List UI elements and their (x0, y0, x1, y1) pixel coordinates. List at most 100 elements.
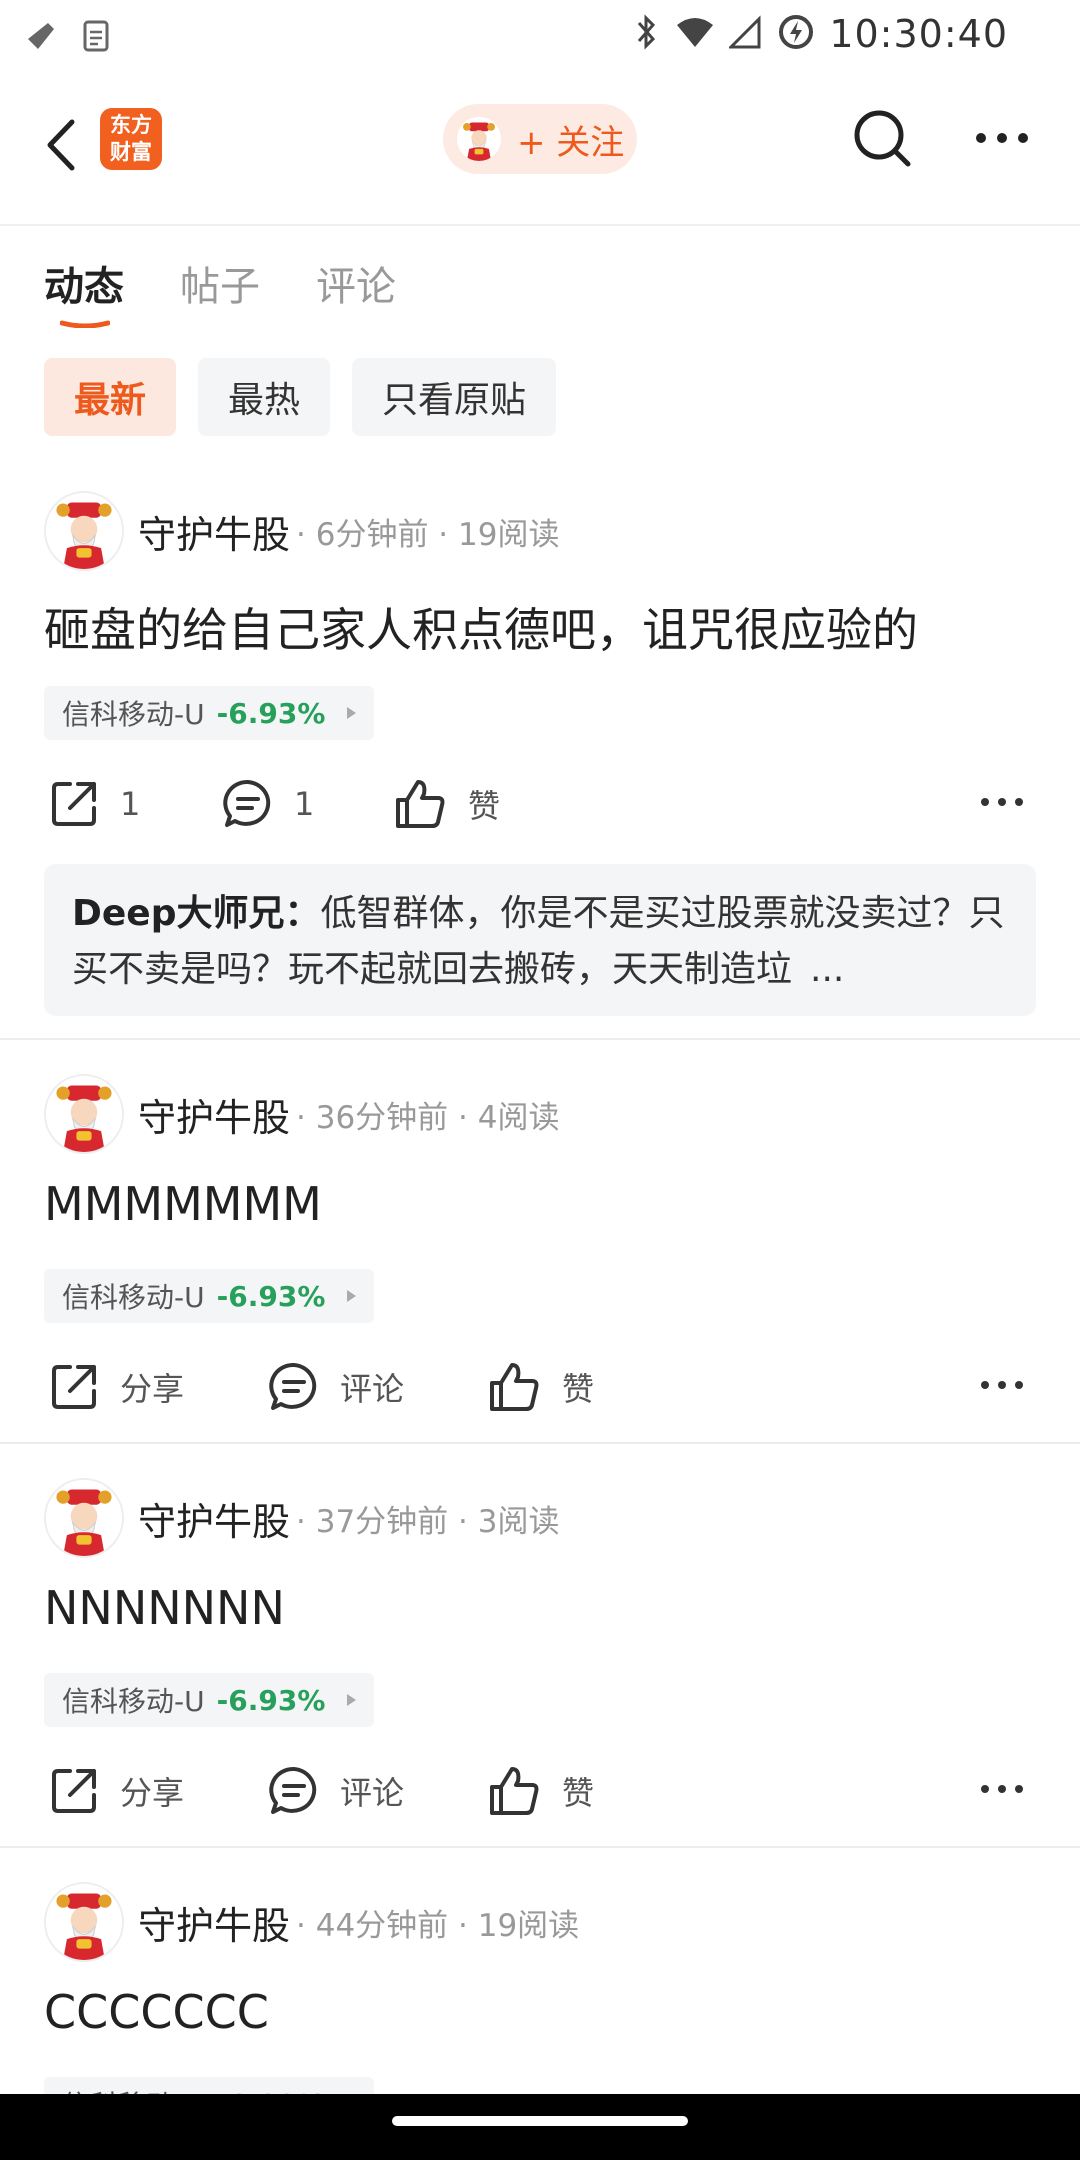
app-notification-icon (24, 19, 58, 57)
follow-button[interactable]: + 关注 (443, 104, 637, 174)
back-button[interactable] (38, 112, 86, 178)
like-label: 赞 (468, 787, 501, 825)
caishen-avatar-icon (457, 117, 501, 161)
comment-icon (269, 1766, 317, 1814)
stock-tag[interactable]: 信科移动-U -6.93% (44, 1673, 375, 1727)
tab-activity[interactable]: 动态 (44, 254, 124, 328)
author-avatar[interactable] (44, 1074, 124, 1154)
filter-chips: 最新 最热 只看原贴 (44, 358, 557, 436)
thumbs-up-icon (490, 1363, 539, 1411)
triangle-right-icon (347, 1290, 357, 1302)
like-button[interactable]: 赞 (488, 1761, 594, 1821)
author-name[interactable]: 守护牛股 (138, 1087, 290, 1142)
stock-name: 信科移动-U (62, 1281, 205, 1314)
like-button[interactable]: 赞 (394, 774, 500, 834)
post-meta: · 6分钟前 · 19阅读 (296, 516, 560, 553)
share-button[interactable]: 分享 (48, 1761, 184, 1821)
tab-activity-label: 动态 (44, 264, 124, 310)
share-icon (52, 782, 96, 826)
comment-count: 1 (294, 785, 315, 823)
post-content[interactable]: 砸盘的给自己家人积点德吧，诅咒很应验的 (44, 594, 918, 660)
tab-bar: 动态 帖子 评论 (44, 254, 452, 328)
share-label: 分享 (120, 1774, 185, 1812)
search-icon (854, 110, 911, 167)
post-actions: 分享 评论 赞 (48, 1761, 1038, 1821)
home-gesture-handle[interactable] (392, 2116, 688, 2126)
tab-comments[interactable]: 评论 (316, 254, 396, 312)
status-bar: 10:30:40 (0, 0, 1080, 76)
thumbs-up-icon (490, 1767, 539, 1815)
author-name[interactable]: 守护牛股 (138, 1895, 290, 1950)
post-content[interactable]: CCCCCCC (44, 1985, 269, 2039)
caishen-avatar-icon (56, 1085, 112, 1152)
like-label: 赞 (562, 1370, 595, 1408)
stock-tag[interactable]: 信科移动-U -6.93% (44, 1269, 375, 1323)
author-avatar[interactable] (44, 491, 124, 571)
filter-original-only[interactable]: 只看原贴 (352, 358, 557, 436)
post-content[interactable]: MMMMMMM (44, 1177, 322, 1231)
stock-change: -6.93% (216, 696, 326, 730)
share-icon (52, 1365, 96, 1409)
author-name[interactable]: 守护牛股 (138, 504, 290, 559)
filter-hottest[interactable]: 最热 (198, 358, 331, 436)
comment-label: 评论 (340, 1774, 405, 1812)
top-comment-preview[interactable]: Deep大师兄：低智群体，你是不是买过股票就没卖过？只买不卖是吗？玩不起就回去搬… (44, 864, 1036, 1016)
author-avatar[interactable] (44, 1478, 124, 1558)
more-dots-icon (981, 798, 1023, 806)
wifi-icon (675, 15, 715, 53)
tab-posts-label: 帖子 (180, 264, 260, 310)
comment-button[interactable]: 1 (222, 774, 314, 834)
caishen-avatar-icon (56, 1489, 112, 1556)
logo-text-bottom: 财富 (110, 140, 152, 164)
post-divider (0, 1442, 1080, 1444)
signal-icon (727, 15, 763, 53)
post-content[interactable]: NNNNNNN (44, 1581, 285, 1635)
comment-label: 评论 (340, 1370, 405, 1408)
comment-icon (223, 779, 271, 827)
post-more-button[interactable] (980, 1781, 1024, 1797)
author-name[interactable]: 守护牛股 (138, 1491, 290, 1546)
more-dots-icon (976, 133, 1028, 143)
post-meta: · 36分钟前 · 4阅读 (296, 1099, 560, 1136)
post-header: 守护牛股 · 44分钟前 · 19阅读 (44, 1881, 579, 1963)
share-button[interactable]: 1 (48, 774, 140, 834)
post-actions: 1 1 赞 (48, 774, 1038, 834)
post-header: 守护牛股 · 36分钟前 · 4阅读 (44, 1073, 559, 1155)
comment-button[interactable]: 评论 (268, 1761, 404, 1821)
filter-latest[interactable]: 最新 (44, 358, 177, 436)
clipboard-icon (80, 18, 114, 58)
commenter-name[interactable]: Deep大师兄： (72, 893, 321, 934)
search-button[interactable] (850, 106, 916, 172)
share-icon (52, 1769, 96, 1813)
status-time: 10:30:40 (829, 12, 1008, 56)
post-more-button[interactable] (980, 1377, 1024, 1393)
battery-saver-icon (777, 13, 815, 55)
more-options-button[interactable] (975, 128, 1029, 148)
bluetooth-icon (631, 13, 661, 55)
post-meta: · 37分钟前 · 3阅读 (296, 1503, 560, 1540)
more-dots-icon (981, 1785, 1023, 1793)
author-avatar[interactable] (44, 1882, 124, 1962)
triangle-right-icon (347, 1694, 357, 1706)
caishen-avatar-icon (56, 502, 112, 569)
triangle-right-icon (347, 707, 357, 719)
nav-bar: 东方 财富 + 关注 (0, 76, 1080, 226)
post-actions: 分享 评论 赞 (48, 1357, 1038, 1417)
post-meta: · 44分钟前 · 19阅读 (296, 1907, 580, 1944)
stock-change: -6.93% (216, 1279, 326, 1313)
share-count: 1 (120, 785, 141, 823)
post-divider (0, 1038, 1080, 1040)
post-divider (0, 1846, 1080, 1848)
app-logo[interactable]: 东方 财富 (100, 108, 162, 170)
active-tab-indicator (60, 320, 110, 328)
logo-text-top: 东方 (110, 113, 152, 137)
thumbs-up-icon (396, 780, 445, 828)
post-header: 守护牛股 · 6分钟前 · 19阅读 (44, 490, 559, 572)
like-button[interactable]: 赞 (488, 1357, 594, 1417)
comment-ellipsis: ... (810, 949, 845, 990)
tab-posts[interactable]: 帖子 (180, 254, 260, 312)
stock-tag[interactable]: 信科移动-U -6.93% (44, 686, 375, 740)
comment-button[interactable]: 评论 (268, 1357, 404, 1417)
share-button[interactable]: 分享 (48, 1357, 184, 1417)
post-more-button[interactable] (980, 794, 1024, 810)
